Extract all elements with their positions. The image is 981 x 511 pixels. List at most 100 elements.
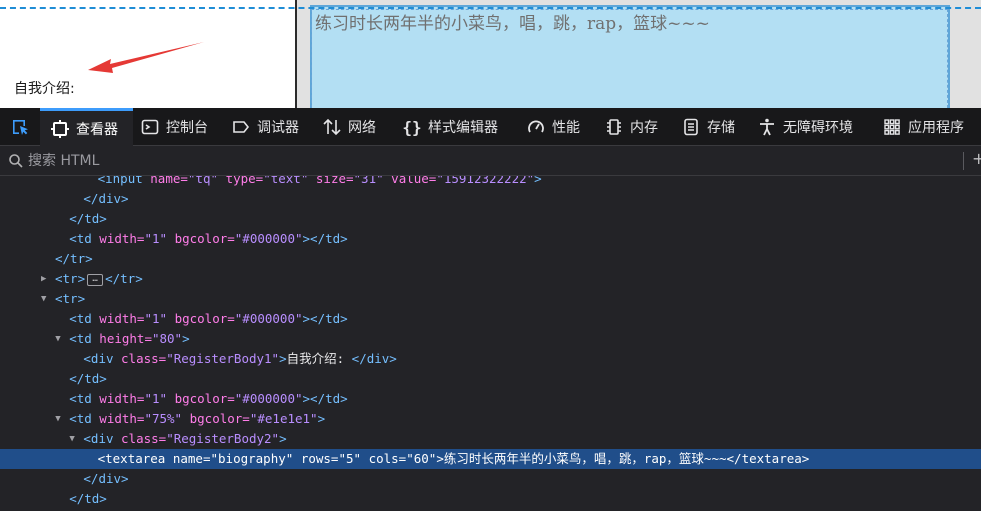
markup-token: "RegisterBody2" — [166, 431, 280, 446]
tab-storage[interactable]: 存储 — [681, 108, 735, 146]
markup-token: class= — [121, 351, 167, 366]
apps-grid-icon — [882, 117, 902, 137]
markup-token: > — [279, 431, 287, 446]
markup-node-row[interactable]: <td width="1" bgcolor="#000000"></td> — [0, 389, 981, 409]
markup-node-content: <td height="80"> — [69, 329, 189, 349]
markup-token: > — [279, 351, 287, 366]
collapsed-children-badge[interactable]: … — [87, 273, 104, 286]
markup-token: "5" — [338, 451, 362, 466]
markup-token: rows= — [300, 451, 339, 466]
markup-token: size= — [315, 176, 354, 186]
markup-token: ></td> — [302, 231, 348, 246]
markup-token: bgcolor= — [174, 391, 235, 406]
markup-token — [218, 176, 226, 186]
tab-label: 无障碍环境 — [783, 120, 853, 136]
markup-node-content: <textarea name="biography" rows="5" cols… — [98, 449, 810, 469]
network-icon — [322, 117, 342, 137]
markup-node-row[interactable]: <td width="1" bgcolor="#000000"></td> — [0, 309, 981, 329]
markup-node-row[interactable]: ▶ <tr>… </tr> — [0, 269, 981, 289]
markup-token: > — [317, 411, 326, 426]
tab-console[interactable]: 控制台 — [140, 108, 208, 146]
tab-style-editor[interactable]: {} 样式编辑器 — [402, 108, 498, 146]
expanded-twisty-icon[interactable]: ▼ — [69, 429, 79, 449]
markup-token: name= — [150, 176, 188, 186]
markup-node-row[interactable]: <textarea name="biography" rows="5" cols… — [0, 449, 981, 469]
markup-token: width= — [99, 411, 145, 426]
tab-accessibility[interactable]: 无障碍环境 — [757, 108, 853, 146]
tab-memory[interactable]: 内存 — [604, 108, 658, 146]
markup-node-row[interactable]: <div class="RegisterBody1">自我介绍: </div> — [0, 349, 981, 369]
markup-token: "60" — [406, 451, 437, 466]
markup-node-content: </div> — [83, 189, 128, 209]
gauge-icon — [526, 117, 546, 137]
tab-label: 控制台 — [166, 120, 208, 136]
markup-node-row[interactable]: </tr> — [0, 249, 981, 269]
markup-node-content: <div class="RegisterBody1">自我介绍: </div> — [83, 349, 396, 369]
markup-token: "1" — [144, 311, 168, 326]
markup-node-content: </tr> — [55, 249, 93, 269]
add-node-button[interactable]: + — [972, 149, 981, 168]
markup-token: </td> — [69, 211, 107, 226]
markup-token: "#e1e1e1" — [249, 411, 318, 426]
markup-node-row[interactable]: <td width="1" bgcolor="#000000"></td> — [0, 229, 981, 249]
markup-node-row[interactable]: </td> — [0, 209, 981, 229]
markup-tree: <input name="tq" type="text" size="31" v… — [0, 176, 981, 511]
tab-inspector[interactable]: 查看器 — [40, 108, 133, 146]
biography-textarea[interactable] — [310, 5, 950, 108]
expanded-twisty-icon[interactable]: ▼ — [41, 289, 51, 309]
tab-performance[interactable]: 性能 — [526, 108, 580, 146]
expanded-twisty-icon[interactable]: ▼ — [55, 329, 65, 349]
tab-label: 内存 — [630, 120, 658, 136]
tab-debugger[interactable]: 调试器 — [231, 108, 299, 146]
markup-token: "80" — [151, 331, 183, 346]
picker-icon — [13, 120, 28, 135]
markup-token: > — [182, 331, 190, 346]
markup-token: name= — [172, 451, 211, 466]
storage-icon — [681, 117, 701, 137]
markup-token: "tq" — [187, 176, 219, 186]
markup-token: cols= — [368, 451, 407, 466]
markup-token — [308, 176, 316, 186]
element-picker-button[interactable] — [0, 108, 40, 146]
markup-token: > — [534, 176, 542, 186]
markup-token — [167, 231, 175, 246]
debugger-icon — [231, 117, 251, 137]
markup-node-row[interactable]: </div> — [0, 469, 981, 489]
markup-token — [167, 311, 175, 326]
markup-node-row[interactable]: ▼ <td height="80"> — [0, 329, 981, 349]
markup-node-row[interactable]: <input name="tq" type="text" size="31" v… — [0, 176, 981, 189]
markup-node-row[interactable]: ▼ <div class="RegisterBody2"> — [0, 429, 981, 449]
markup-node-row[interactable]: ▼ <td width="75%" bgcolor="#e1e1e1"> — [0, 409, 981, 429]
markup-token: "1" — [144, 391, 168, 406]
tab-application[interactable]: 应用程序 — [882, 108, 964, 146]
markup-token: <div — [83, 431, 122, 446]
markup-node-content: </td> — [69, 209, 107, 229]
markup-token: type= — [225, 176, 264, 186]
markup-token: <td — [69, 331, 100, 346]
tab-label: 存储 — [707, 120, 735, 136]
markup-node-row[interactable]: </td> — [0, 489, 981, 509]
collapsed-twisty-icon[interactable]: ▶ — [41, 269, 51, 289]
markup-token: > — [436, 451, 444, 466]
tab-label: 调试器 — [257, 120, 299, 136]
search-html-input[interactable] — [28, 150, 928, 172]
markup-token: ></td> — [302, 391, 348, 406]
markup-token: </div> — [351, 351, 397, 366]
tab-network[interactable]: 网络 — [322, 108, 376, 146]
expanded-twisty-icon[interactable]: ▼ — [55, 409, 65, 429]
html-search-bar: + — [0, 146, 981, 176]
markup-token: <tr> — [55, 271, 86, 286]
console-icon — [140, 117, 160, 137]
tab-label: 样式编辑器 — [428, 120, 498, 136]
markup-token: width= — [99, 311, 145, 326]
markup-token: value= — [391, 176, 437, 186]
markup-node-content: <td width="1" bgcolor="#000000"></td> — [69, 309, 347, 329]
markup-token: <input — [97, 176, 151, 186]
markup-token: width= — [99, 391, 145, 406]
markup-token: <td — [69, 391, 100, 406]
markup-token: "#000000" — [234, 391, 303, 406]
markup-node-row[interactable]: </div> — [0, 189, 981, 209]
markup-node-row[interactable]: </td> — [0, 369, 981, 389]
markup-node-row[interactable]: ▼ <tr> — [0, 289, 981, 309]
accessibility-icon — [757, 117, 777, 137]
